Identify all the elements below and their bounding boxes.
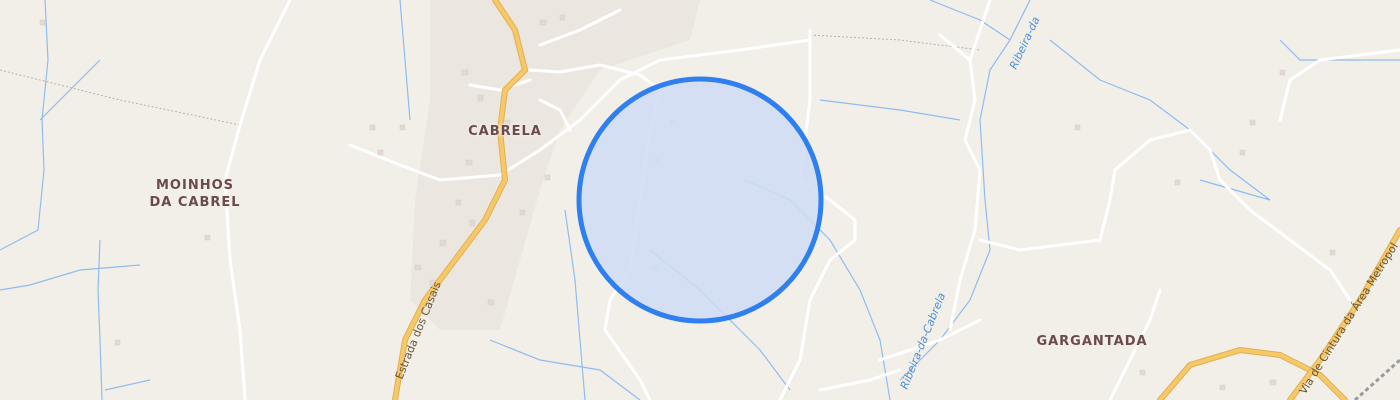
place-label-gargantada: GARGANTADA <box>1022 334 1162 349</box>
place-label-moinhos: MOINHOS DA CABREL <box>125 177 265 211</box>
map-canvas[interactable]: Estrada dos Casais Via de Cintura da Áre… <box>0 0 1400 400</box>
road-label-via-cintura: Via de Cintura da Área Metropol <box>1297 240 1400 396</box>
search-radius-circle <box>576 76 824 324</box>
stream-label-ribeira-top: Ribeira-da <box>1007 14 1043 71</box>
place-label-gargantada-line: GARGANTADA <box>1036 334 1148 349</box>
place-label-cabrela: CABRELA <box>435 124 575 139</box>
place-label-moinhos-line2: DA CABREL <box>149 195 241 210</box>
place-label-moinhos-line1: MOINHOS <box>156 178 234 193</box>
place-label-cabrela-line: CABRELA <box>468 124 542 139</box>
railway <box>1354 358 1400 400</box>
